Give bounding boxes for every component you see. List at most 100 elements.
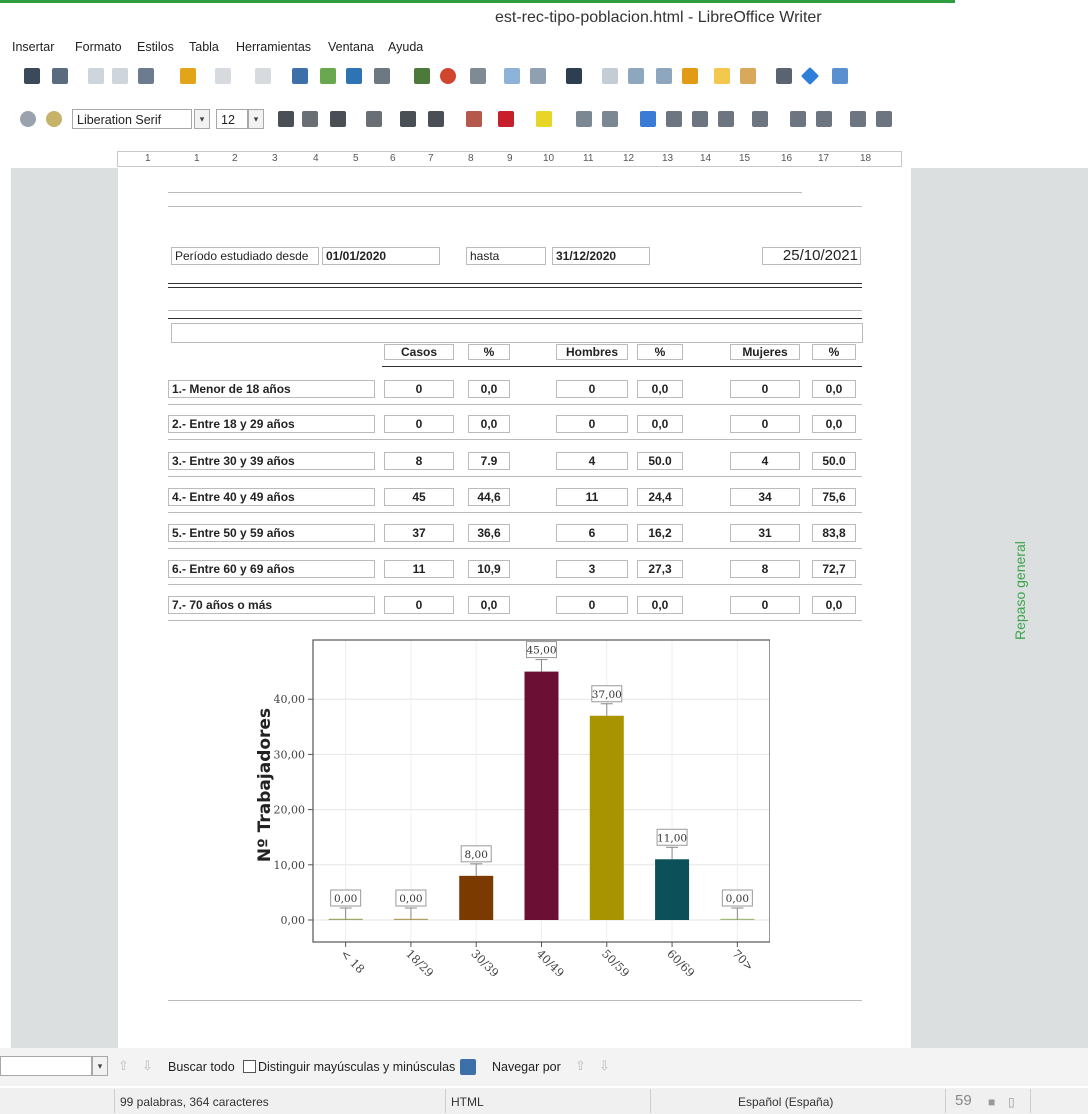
clear-formatting-icon[interactable] [466,111,482,127]
underline-icon[interactable] [330,111,346,127]
track-changes-icon[interactable] [740,68,756,84]
line-spacing-icon[interactable] [752,111,768,127]
navigate-up-icon[interactable]: ⇧ [575,1058,586,1074]
x-tick-label: 40/49 [534,947,567,980]
textbox-icon[interactable] [470,68,486,84]
clone-formatting-icon[interactable] [180,68,196,84]
numbering-icon[interactable] [602,111,618,127]
superscript-icon[interactable] [400,111,416,127]
find-toolbar: ▾ ⇧ ⇩ Buscar todo Distinguir mayúsculas … [0,1048,1088,1086]
table-icon[interactable] [374,68,390,84]
period-to-field[interactable]: 31/12/2020 [552,247,650,265]
x-tick-label: 18/29 [403,947,436,980]
menu-formato[interactable]: Formato [75,40,122,54]
divider [168,192,802,193]
font-size-dropdown-icon[interactable]: ▾ [248,109,264,129]
period-from-field[interactable]: 01/01/2020 [322,247,440,265]
spelling-icon[interactable] [320,68,336,84]
subscript-icon[interactable] [428,111,444,127]
y-tick-label: 30,00 [274,748,306,761]
data-label: 37,00 [592,689,622,701]
field-icon[interactable] [530,68,546,84]
find-input[interactable] [0,1056,92,1076]
font-size-field[interactable]: 12 [216,109,248,129]
cell-pct-hombres: 16,2 [637,524,683,542]
align-center-icon[interactable] [666,111,682,127]
save-icon[interactable] [24,68,40,84]
cell-pct: 44,6 [468,488,510,506]
cell-mujeres: 0 [730,596,800,614]
find-dropdown-icon[interactable]: ▾ [92,1056,108,1076]
bullets-icon[interactable] [576,111,592,127]
comment-icon[interactable] [714,68,730,84]
increase-paragraph-spacing-icon[interactable] [790,111,806,127]
style-update-icon[interactable] [20,111,36,127]
align-left-icon[interactable] [640,111,656,127]
cell-mujeres: 4 [730,452,800,470]
copy-icon[interactable] [112,68,128,84]
export-icon[interactable] [52,68,68,84]
find-next-icon[interactable]: ⇩ [142,1058,153,1074]
highlight-color-icon[interactable] [536,111,552,127]
cell-pct-mujeres: 75,6 [812,488,856,506]
hyperlink-icon[interactable] [602,68,618,84]
menu-herramientas[interactable]: Herramientas [236,40,311,54]
menu-estilos[interactable]: Estilos [137,40,174,54]
menu-insertar[interactable]: Insertar [12,40,54,54]
report-date-field[interactable]: 25/10/2021 [762,247,861,265]
row-label: 2.- Entre 18 y 29 años [168,415,375,433]
bar [589,715,624,920]
match-case-checkbox[interactable] [243,1060,256,1073]
selection-mode-icon[interactable]: ■ [988,1095,995,1109]
find-replace-icon[interactable] [292,68,308,84]
decrease-paragraph-spacing-icon[interactable] [816,111,832,127]
redo-icon[interactable] [255,68,271,84]
font-color-icon[interactable] [498,111,514,127]
draw-functions-icon[interactable] [832,68,848,84]
italic-icon[interactable] [302,111,318,127]
word-count[interactable]: 99 palabras, 364 caracteres [120,1095,269,1109]
new-style-icon[interactable] [46,111,62,127]
horizontal-ruler[interactable]: 1 1 2 3 4 5 6 7 8 9 10 11 12 13 14 15 16… [117,151,902,167]
endnote-icon[interactable] [656,68,672,84]
chart-icon[interactable] [440,68,456,84]
language-indicator[interactable]: Español (España) [738,1095,833,1109]
find-previous-icon[interactable]: ⇧ [118,1058,129,1074]
find-all-button[interactable]: Buscar todo [168,1060,235,1074]
find-replace-icon[interactable] [460,1059,476,1075]
row-label: 6.- Entre 60 y 69 años [168,560,375,578]
align-right-icon[interactable] [692,111,708,127]
ruler-mark: 4 [313,153,319,164]
basic-shapes-icon[interactable] [800,66,820,86]
line-icon[interactable] [776,68,792,84]
justify-icon[interactable] [718,111,734,127]
font-name-field[interactable]: Liberation Serif [72,109,192,129]
special-character-icon[interactable] [566,68,582,84]
cell-casos: 0 [384,380,454,398]
undo-icon[interactable] [215,68,231,84]
header-hombres: Hombres [556,344,628,360]
cut-icon[interactable] [88,68,104,84]
font-name-dropdown-icon[interactable]: ▾ [194,109,210,129]
menu-tabla[interactable]: Tabla [189,40,219,54]
header-pct-hombres: % [637,344,683,360]
zoom-level[interactable]: 59 [955,1092,972,1109]
page-break-icon[interactable] [504,68,520,84]
strikethrough-icon[interactable] [366,111,382,127]
formatting-marks-icon[interactable] [346,68,362,84]
cell-pct-hombres: 0,0 [637,380,683,398]
x-tick-label: < 18 [338,947,368,977]
footnote-icon[interactable] [628,68,644,84]
bold-icon[interactable] [278,111,294,127]
menu-ventana[interactable]: Ventana [328,40,374,54]
image-icon[interactable] [414,68,430,84]
divider [168,548,862,549]
cell-pct-hombres: 27,3 [637,560,683,578]
increase-indent-icon[interactable] [850,111,866,127]
bookmark-icon[interactable] [682,68,698,84]
cell-casos: 37 [384,524,454,542]
menu-ayuda[interactable]: Ayuda [388,40,423,54]
paste-icon[interactable] [138,68,154,84]
navigate-down-icon[interactable]: ⇩ [599,1058,610,1074]
decrease-indent-icon[interactable] [876,111,892,127]
